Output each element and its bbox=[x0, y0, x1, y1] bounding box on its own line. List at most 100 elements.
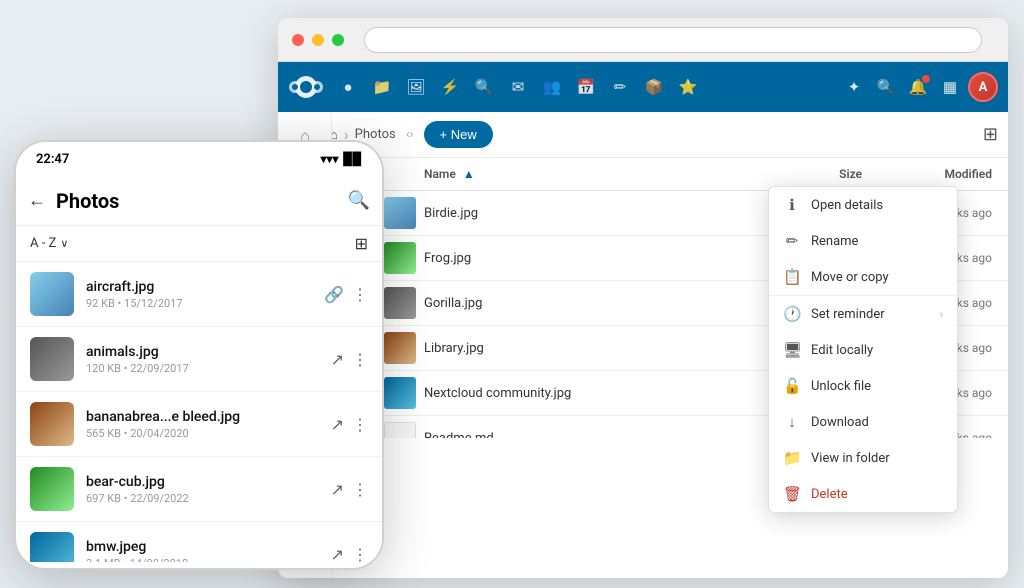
ctx-item-label: Set reminder bbox=[811, 307, 930, 322]
phone-share-icon[interactable]: ↗ bbox=[331, 545, 344, 563]
phone-file-thumb bbox=[30, 532, 74, 562]
phone-grid-toggle[interactable]: ⊞ bbox=[355, 234, 368, 253]
context-menu-item-move-or-copy[interactable]: 📋 Move or copy bbox=[769, 259, 957, 295]
nav-search-right-icon[interactable]: 🔍 bbox=[872, 73, 900, 101]
list-item[interactable]: animals.jpg 120 KB • 22/09/2017 ↗ ⋮ bbox=[16, 327, 382, 392]
list-item[interactable]: bmw.jpeg 3.1 MB • 14/08/2018 ↗ ⋮ bbox=[16, 522, 382, 562]
list-item[interactable]: bananabrea...e bleed.jpg 565 KB • 20/04/… bbox=[16, 392, 382, 457]
row-thumb bbox=[384, 197, 424, 229]
header-name[interactable]: Name ▲ bbox=[424, 167, 702, 181]
phone-share-icon[interactable]: ↗ bbox=[331, 350, 344, 369]
context-menu-item-rename[interactable]: ✏ Rename bbox=[769, 223, 957, 259]
view-toggle-icon[interactable]: ⊞ bbox=[983, 124, 998, 145]
phone-more-icon[interactable]: ⋮ bbox=[352, 415, 368, 434]
ctx-item-icon: 🖥 bbox=[783, 341, 801, 359]
nav-notification-icon[interactable]: 🔔 bbox=[904, 73, 932, 101]
file-name: Readme.md bbox=[424, 431, 702, 439]
phone-share-icon[interactable]: ↗ bbox=[331, 415, 344, 434]
context-menu-item-delete[interactable]: 🗑 Delete bbox=[769, 476, 957, 512]
nav-dot-icon[interactable]: ● bbox=[334, 73, 362, 101]
file-thumbnail bbox=[384, 332, 416, 364]
traffic-light-green[interactable] bbox=[332, 34, 344, 46]
phone-file-name: aircraft.jpg bbox=[86, 279, 312, 295]
file-thumbnail bbox=[384, 197, 416, 229]
phone-file-name: bear-cub.jpg bbox=[86, 474, 319, 490]
nav-calendar-icon[interactable]: 📅 bbox=[572, 73, 600, 101]
file-thumbnail bbox=[384, 242, 416, 274]
phone-sort-label[interactable]: A - Z ∨ bbox=[30, 236, 68, 251]
context-menu: ℹ Open details ✏ Rename 📋 Move or copy 🕐… bbox=[768, 186, 958, 513]
ctx-item-icon: 📁 bbox=[783, 449, 801, 467]
phone-file-info: bmw.jpeg 3.1 MB • 14/08/2018 bbox=[86, 539, 319, 563]
user-avatar[interactable]: A bbox=[968, 72, 998, 102]
phone-file-thumb bbox=[30, 467, 74, 511]
list-item[interactable]: bear-cub.jpg 697 KB • 22/09/2022 ↗ ⋮ bbox=[16, 457, 382, 522]
context-menu-item-view-in-folder[interactable]: 📁 View in folder bbox=[769, 440, 957, 476]
traffic-light-yellow[interactable] bbox=[312, 34, 324, 46]
ctx-item-label: View in folder bbox=[811, 451, 943, 466]
file-thumbnail bbox=[384, 422, 416, 438]
file-name: Library.jpg bbox=[424, 341, 702, 356]
file-name: Gorilla.jpg bbox=[424, 296, 702, 311]
breadcrumb-share-icon: ‹› bbox=[406, 127, 414, 142]
nav-edit-icon[interactable]: ✏ bbox=[606, 73, 634, 101]
ctx-item-label: Edit locally bbox=[811, 343, 943, 358]
phone-file-name: bananabrea...e bleed.jpg bbox=[86, 409, 319, 425]
phone-file-info: animals.jpg 120 KB • 22/09/2017 bbox=[86, 344, 319, 375]
context-menu-item-set-reminder[interactable]: 🕐 Set reminder › bbox=[769, 296, 957, 332]
ctx-item-label: Rename bbox=[811, 234, 943, 249]
header-modified[interactable]: Modified bbox=[862, 167, 992, 181]
file-thumbnail bbox=[384, 377, 416, 409]
breadcrumb-photos[interactable]: Photos bbox=[355, 127, 396, 142]
nav-star-icon[interactable]: ⭐ bbox=[674, 73, 702, 101]
phone-file-thumb bbox=[30, 272, 74, 316]
phone-more-icon[interactable]: ⋮ bbox=[352, 545, 368, 563]
phone-file-meta: 120 KB • 22/09/2017 bbox=[86, 362, 319, 375]
phone-file-actions: ↗ ⋮ bbox=[331, 545, 368, 563]
ctx-item-label: Move or copy bbox=[811, 270, 943, 285]
file-name: Frog.jpg bbox=[424, 251, 702, 266]
nav-mail-icon[interactable]: ✉ bbox=[504, 73, 532, 101]
ctx-item-icon: 🕐 bbox=[783, 305, 801, 323]
phone-file-meta: 92 KB • 15/12/2017 bbox=[86, 297, 312, 310]
phone-more-icon[interactable]: ⋮ bbox=[352, 285, 368, 304]
nc-topnav: ● 📁 🖼 ⚡ 🔍 ✉ 👥 📅 ✏ 📦 ⭐ ✦ 🔍 🔔 ▦ A bbox=[278, 62, 1008, 112]
phone-file-name: animals.jpg bbox=[86, 344, 319, 360]
address-bar[interactable] bbox=[364, 27, 982, 53]
nav-box-icon[interactable]: 📦 bbox=[640, 73, 668, 101]
phone-share-icon[interactable]: 🔗 bbox=[324, 285, 344, 304]
row-thumb bbox=[384, 287, 424, 319]
ctx-item-label: Unlock file bbox=[811, 379, 943, 394]
context-menu-item-download[interactable]: ↓ Download bbox=[769, 404, 957, 440]
phone-share-icon[interactable]: ↗ bbox=[331, 480, 344, 499]
nav-search-icon[interactable]: 🔍 bbox=[470, 73, 498, 101]
nc-logo bbox=[288, 75, 324, 99]
ctx-item-icon: 🗑 bbox=[783, 485, 801, 503]
ctx-item-label: Delete bbox=[811, 487, 943, 502]
traffic-light-red[interactable] bbox=[292, 34, 304, 46]
phone-file-meta: 3.1 MB • 14/08/2018 bbox=[86, 557, 319, 563]
phone-more-icon[interactable]: ⋮ bbox=[352, 480, 368, 499]
file-thumbnail bbox=[384, 287, 416, 319]
new-button[interactable]: + New bbox=[424, 121, 493, 148]
row-thumb bbox=[384, 422, 424, 438]
ctx-item-label: Open details bbox=[811, 198, 943, 213]
nav-folder-icon[interactable]: 📁 bbox=[368, 73, 396, 101]
context-menu-item-open-details[interactable]: ℹ Open details bbox=[769, 187, 957, 223]
context-menu-item-edit-locally[interactable]: 🖥 Edit locally bbox=[769, 332, 957, 368]
nav-contacts-icon[interactable]: 👥 bbox=[538, 73, 566, 101]
phone-file-meta: 697 KB • 22/09/2022 bbox=[86, 492, 319, 505]
phone-search-button[interactable]: 🔍 bbox=[348, 190, 370, 211]
nav-activity-icon[interactable]: ⚡ bbox=[436, 73, 464, 101]
nav-grid-icon[interactable]: ▦ bbox=[936, 73, 964, 101]
list-item[interactable]: aircraft.jpg 92 KB • 15/12/2017 🔗 ⋮ bbox=[16, 262, 382, 327]
nav-image-icon[interactable]: 🖼 bbox=[402, 73, 430, 101]
phone-more-icon[interactable]: ⋮ bbox=[352, 350, 368, 369]
battery-icon: ▉▉ bbox=[344, 152, 362, 166]
nav-plus-icon[interactable]: ✦ bbox=[840, 73, 868, 101]
phone-back-button[interactable]: ← bbox=[28, 190, 46, 211]
header-size[interactable]: Size bbox=[782, 167, 862, 181]
phone-file-info: bananabrea...e bleed.jpg 565 KB • 20/04/… bbox=[86, 409, 319, 440]
row-thumb bbox=[384, 242, 424, 274]
context-menu-item-unlock-file[interactable]: 🔓 Unlock file bbox=[769, 368, 957, 404]
